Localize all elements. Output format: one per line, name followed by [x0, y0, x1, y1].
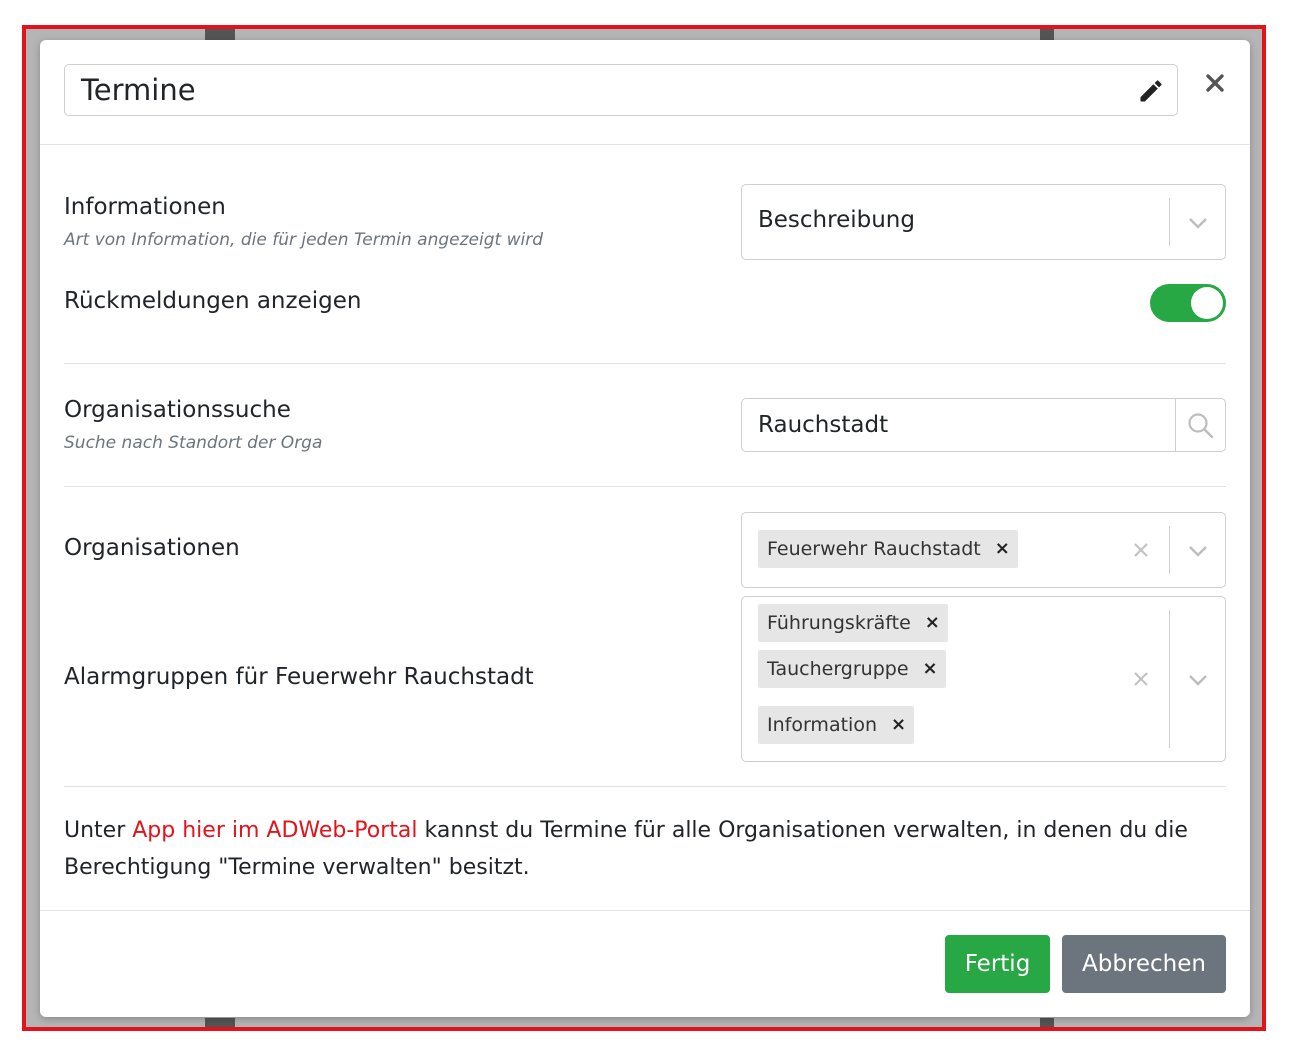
clear-icon[interactable]	[1132, 541, 1150, 559]
select-separator	[1169, 610, 1170, 748]
chevron-down-icon[interactable]	[1187, 216, 1209, 230]
chip-label: Tauchergruppe	[767, 658, 909, 680]
responses-toggle[interactable]	[1150, 284, 1226, 322]
alarm-groups-label: Alarmgruppen für Feuerwehr Rauchstadt	[64, 664, 534, 690]
done-button[interactable]: Fertig	[945, 935, 1050, 993]
title-input[interactable]: Termine	[64, 64, 1178, 116]
organizations-multiselect[interactable]: Feuerwehr Rauchstadt ×	[741, 512, 1226, 588]
select-separator	[1169, 198, 1170, 246]
info-prefix: Unter	[64, 818, 133, 843]
pencil-icon[interactable]	[1137, 77, 1165, 105]
close-icon[interactable]	[1200, 68, 1230, 98]
chevron-down-icon[interactable]	[1187, 673, 1209, 687]
search-button[interactable]	[1175, 398, 1226, 452]
alarm-groups-multiselect[interactable]: Führungskräfte × Tauchergruppe × Informa…	[741, 596, 1226, 762]
section-divider	[64, 486, 1226, 487]
select-separator	[1169, 526, 1170, 574]
clear-icon[interactable]	[1132, 670, 1150, 688]
dialog-header: Termine	[40, 40, 1250, 145]
information-selected-value: Beschreibung	[758, 207, 915, 233]
organization-chip: Feuerwehr Rauchstadt ×	[758, 530, 1018, 568]
alarm-group-chip: Tauchergruppe ×	[758, 650, 946, 688]
information-sublabel: Art von Information, die für jeden Termi…	[64, 230, 543, 250]
section-divider	[64, 363, 1226, 364]
chip-remove-icon[interactable]: ×	[995, 540, 1010, 558]
information-label: Informationen	[64, 194, 226, 220]
information-select[interactable]: Beschreibung	[741, 184, 1226, 260]
cancel-button[interactable]: Abbrechen	[1062, 935, 1226, 993]
chip-label: Information	[767, 714, 877, 736]
alarm-group-chip: Führungskräfte ×	[758, 604, 948, 642]
termine-settings-dialog: Termine Informationen Art von Informatio…	[40, 40, 1250, 1017]
search-icon	[1188, 413, 1214, 439]
org-search-label: Organisationssuche	[64, 397, 291, 423]
title-value: Termine	[81, 73, 196, 107]
chip-remove-icon[interactable]: ×	[925, 614, 940, 632]
section-divider	[64, 786, 1226, 787]
chip-remove-icon[interactable]: ×	[891, 716, 906, 734]
chip-remove-icon[interactable]: ×	[923, 660, 938, 678]
responses-label: Rückmeldungen anzeigen	[64, 288, 362, 314]
organizations-label: Organisationen	[64, 535, 240, 561]
info-paragraph: Unter App hier im ADWeb-Portal kannst du…	[64, 812, 1226, 886]
org-search-value: Rauchstadt	[758, 412, 889, 438]
chip-label: Führungskräfte	[767, 612, 911, 634]
alarm-group-chip: Information ×	[758, 706, 915, 744]
footer-divider	[40, 910, 1250, 911]
toggle-knob	[1191, 287, 1223, 319]
chevron-down-icon[interactable]	[1187, 544, 1209, 558]
chip-label: Feuerwehr Rauchstadt	[767, 538, 981, 560]
org-search-sublabel: Suche nach Standort der Orga	[64, 433, 323, 453]
adweb-portal-link[interactable]: App hier im ADWeb-Portal	[132, 818, 417, 843]
org-search-input[interactable]: Rauchstadt	[741, 398, 1176, 452]
